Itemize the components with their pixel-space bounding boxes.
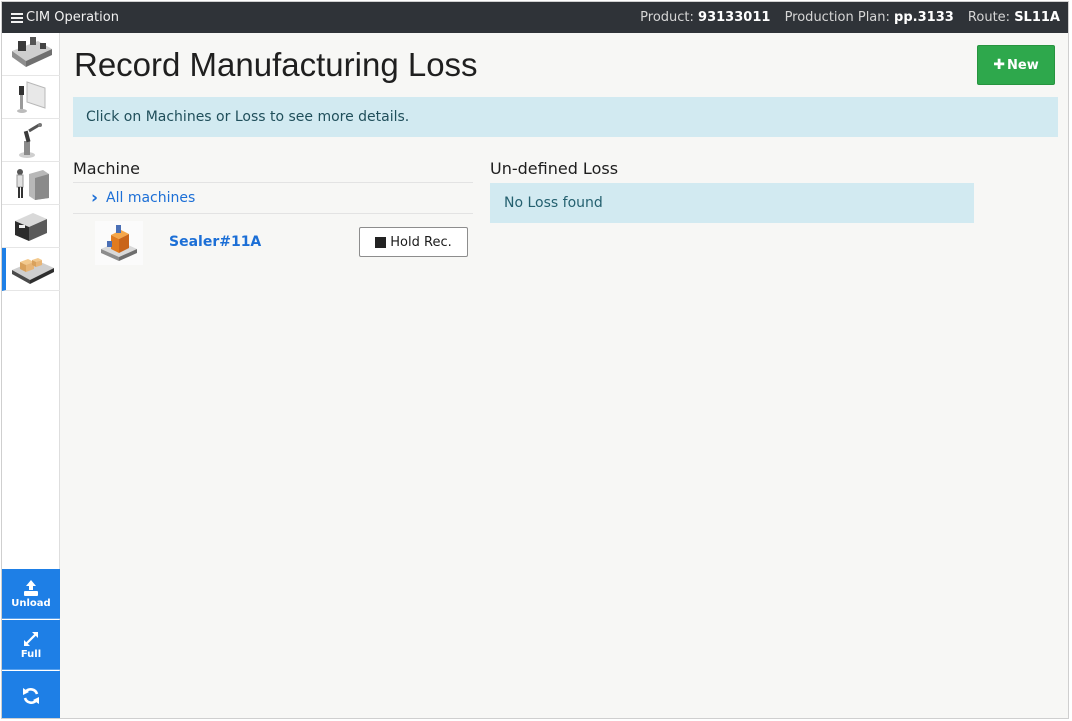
printer-machine-thumbnail — [15, 213, 47, 241]
robot-arm-screen-thumbnail — [17, 81, 46, 113]
context-info: Product: 93133011 Production Plan: pp.31… — [640, 10, 1068, 25]
app-title: CIM Operation — [26, 10, 119, 25]
route-value: SL11A — [1014, 10, 1060, 25]
conveyor-boxes-thumbnail — [12, 258, 54, 284]
machine-name-link[interactable]: Sealer#11A — [169, 234, 261, 250]
product-label: Product: — [640, 10, 694, 25]
conveyor-line-thumbnail — [12, 37, 52, 67]
refresh-button[interactable] — [2, 671, 60, 718]
machine-heading: Machine — [73, 159, 473, 183]
station-item-robot-arm[interactable] — [2, 119, 60, 162]
upload-icon — [24, 579, 38, 596]
top-bar: CIM Operation Product: 93133011 Producti… — [2, 2, 1068, 33]
route-label: Route: — [967, 10, 1011, 25]
info-banner-text: Click on Machines or Loss to see more de… — [86, 109, 410, 125]
unload-button[interactable]: Unload — [2, 569, 60, 619]
station-sidebar: Unload Full — [2, 33, 60, 718]
hold-record-button[interactable]: Hold Rec. — [359, 227, 468, 257]
refresh-icon — [23, 687, 39, 704]
app-window: CIM Operation Product: 93133011 Producti… — [1, 1, 1069, 719]
station-item-robot-screen[interactable] — [2, 76, 60, 119]
full-label: Full — [20, 648, 42, 660]
loss-heading: Un-defined Loss — [490, 159, 619, 178]
fullscreen-button[interactable]: Full — [2, 620, 60, 670]
robot-arm-thumbnail — [19, 123, 42, 158]
station-item-operator-cabinet[interactable] — [2, 162, 60, 205]
unload-label: Unload — [11, 597, 51, 609]
plus-icon: ✚ — [993, 57, 1005, 73]
loss-section: Un-defined Loss No Loss found — [490, 159, 974, 223]
new-loss-button[interactable]: ✚ New — [977, 45, 1055, 85]
hamburger-icon — [11, 12, 23, 23]
all-machines-label: All machines — [106, 190, 196, 206]
new-button-label: New — [1007, 57, 1039, 73]
station-item-conveyor-boxes[interactable] — [2, 248, 60, 291]
info-banner: Click on Machines or Loss to see more de… — [73, 97, 1058, 137]
main-menu-button[interactable]: CIM Operation — [2, 10, 119, 25]
hold-button-label: Hold Rec. — [390, 234, 452, 250]
product-value: 93133011 — [698, 10, 771, 25]
stop-square-icon — [375, 236, 387, 248]
station-item-printer[interactable] — [2, 205, 60, 248]
plan-label: Production Plan: — [784, 10, 890, 25]
operator-cabinet-thumbnail — [16, 169, 49, 200]
plan-value: pp.3133 — [894, 10, 954, 25]
empty-loss-alert[interactable]: No Loss found — [490, 183, 974, 223]
machine-section: Machine › All machines Sealer#11A Hold R… — [73, 159, 473, 270]
station-item-conveyor-line[interactable] — [2, 33, 60, 76]
chevron-right-icon: › — [91, 188, 99, 208]
all-machines-link[interactable]: › All machines — [73, 183, 473, 214]
empty-loss-text: No Loss found — [504, 195, 603, 211]
page-title: Record Manufacturing Loss — [74, 46, 478, 83]
machine-row: Sealer#11A Hold Rec. — [73, 214, 473, 270]
expand-icon — [24, 631, 38, 646]
sealer-machine-thumbnail — [95, 221, 143, 265]
